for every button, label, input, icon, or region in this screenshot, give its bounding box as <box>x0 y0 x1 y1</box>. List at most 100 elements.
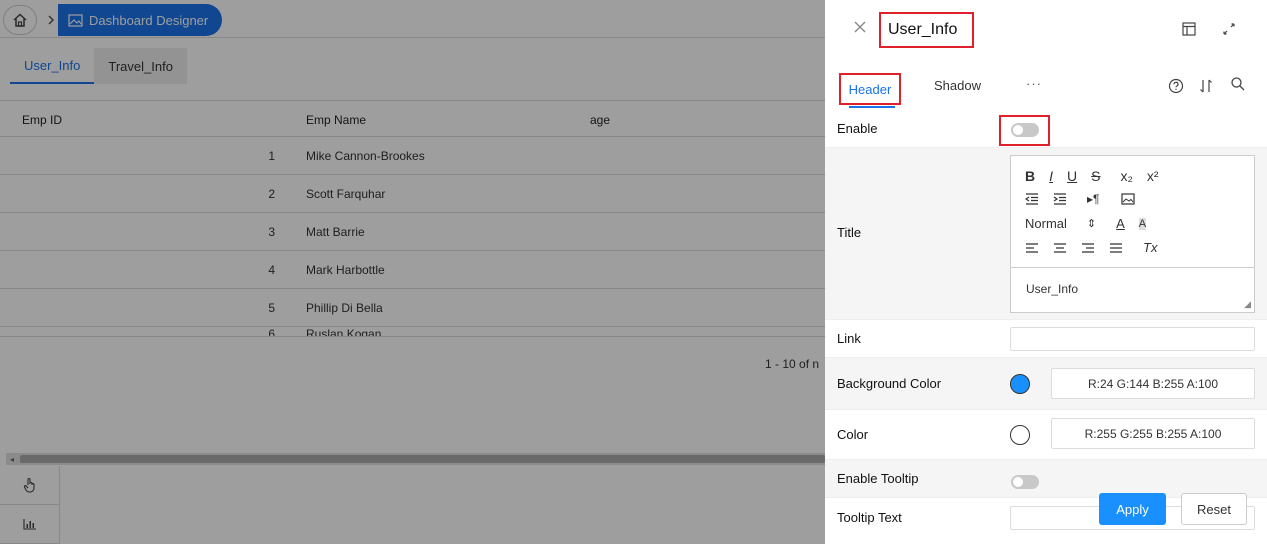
cell-emp-name: Scott Farquhar <box>306 187 386 201</box>
color-input[interactable]: R:255 G:255 B:255 A:100 <box>1051 418 1255 449</box>
subscript-button[interactable]: x₂ <box>1120 168 1132 184</box>
bottom-toolbar <box>0 466 60 544</box>
horizontal-scrollbar[interactable]: ◂ <box>6 453 825 465</box>
align-right-icon[interactable] <box>1081 242 1095 254</box>
hand-pointer-icon <box>23 477 35 493</box>
background-color-swatch[interactable] <box>1010 374 1030 394</box>
column-header-age[interactable]: age <box>590 113 610 127</box>
paragraph-direction-button[interactable]: ▸¶ <box>1087 192 1099 206</box>
close-icon <box>854 21 866 33</box>
table-row[interactable]: 5 Phillip Di Bella <box>0 289 825 327</box>
table-row[interactable]: 2 Scott Farquhar <box>0 175 825 213</box>
tab-travel-info[interactable]: Travel_Info <box>94 48 187 84</box>
background-color-input[interactable]: R:24 G:144 B:255 A:100 <box>1051 368 1255 399</box>
cell-emp-name: Matt Barrie <box>306 225 365 239</box>
scroll-left-icon[interactable]: ◂ <box>6 453 18 465</box>
cell-emp-name: Ruslan Kogan <box>306 327 382 337</box>
close-button[interactable] <box>853 20 869 36</box>
enable-tooltip-label: Enable Tooltip <box>837 471 919 486</box>
table-row[interactable]: 4 Mark Harbottle <box>0 251 825 289</box>
tab-user-info[interactable]: User_Info <box>10 48 95 84</box>
sort-icon <box>1200 79 1212 93</box>
breadcrumb-label: Dashboard Designer <box>89 12 209 28</box>
active-tab-indicator <box>849 106 895 108</box>
clear-format-button[interactable]: Tx <box>1143 240 1157 255</box>
help-icon <box>1168 78 1184 94</box>
tab-shadow[interactable]: Shadow <box>934 78 981 93</box>
link-input[interactable] <box>1010 327 1255 351</box>
cell-emp-name: Mike Cannon-Brookes <box>306 149 425 163</box>
enable-label: Enable <box>837 121 878 136</box>
outdent-icon[interactable] <box>1025 193 1039 205</box>
cell-row-number: 6 <box>268 327 275 337</box>
title-label: Title <box>837 225 862 240</box>
color-swatch[interactable] <box>1010 425 1030 445</box>
table-header: Emp ID Emp Name age <box>0 100 825 137</box>
underline-button[interactable]: U <box>1067 168 1077 184</box>
cell-row-number: 5 <box>268 301 275 315</box>
properties-panel: User_Info Header Shadow ··· Enable Title… <box>825 0 1267 544</box>
insert-image-icon[interactable] <box>1121 193 1136 205</box>
bold-button[interactable]: B <box>1025 168 1035 184</box>
top-bar: Dashboard Designer <box>0 0 825 38</box>
enable-tooltip-toggle[interactable] <box>1011 475 1039 489</box>
align-left-icon[interactable] <box>1025 242 1039 254</box>
panel-title: User_Info <box>879 12 974 48</box>
column-header-emp-id[interactable]: Emp ID <box>22 113 62 127</box>
indent-icon[interactable] <box>1053 193 1067 205</box>
expand-button[interactable] <box>1222 22 1236 39</box>
font-color-button[interactable]: A <box>1116 216 1125 231</box>
pagination-info: 1 - 10 of n <box>765 357 820 371</box>
cell-row-number: 2 <box>268 187 275 201</box>
search-icon <box>1231 77 1245 91</box>
chart-button[interactable] <box>0 505 59 544</box>
breadcrumb-dashboard-designer[interactable]: Dashboard Designer <box>58 4 222 36</box>
italic-button[interactable]: I <box>1049 168 1053 184</box>
tab-header[interactable]: Header <box>839 73 901 105</box>
cell-row-number: 4 <box>268 263 275 277</box>
home-icon <box>13 13 27 27</box>
table-row[interactable]: 1 Mike Cannon-Brookes <box>0 137 825 175</box>
table-row[interactable]: 3 Matt Barrie <box>0 213 825 251</box>
link-label: Link <box>837 331 861 346</box>
dashboard-canvas: Dashboard Designer User_Info Travel_Info… <box>0 0 825 544</box>
format-select[interactable]: Normal <box>1025 216 1067 231</box>
help-button[interactable] <box>1168 78 1184 97</box>
cell-row-number: 1 <box>268 149 275 163</box>
scrollbar-thumb[interactable] <box>20 455 825 463</box>
title-rich-text-editor: B I U S x₂ x² ▸¶ Normal ⇕ A A Tx User_In… <box>1010 155 1255 313</box>
color-label: Color <box>837 427 869 442</box>
column-header-emp-name[interactable]: Emp Name <box>306 113 366 127</box>
apply-button[interactable]: Apply <box>1099 493 1166 525</box>
superscript-button[interactable]: x² <box>1147 168 1159 184</box>
enable-toggle[interactable] <box>1011 123 1039 137</box>
format-select-arrow-icon[interactable]: ⇕ <box>1087 217 1096 230</box>
data-table: Emp ID Emp Name age 1 Mike Cannon-Brooke… <box>0 100 825 337</box>
resize-grip-icon[interactable]: ◢ <box>1244 299 1251 310</box>
layout-button[interactable] <box>1182 22 1196 39</box>
cell-emp-name: Phillip Di Bella <box>306 301 383 315</box>
background-color-label: Background Color <box>837 376 942 391</box>
cell-emp-name: Mark Harbottle <box>306 263 385 277</box>
cell-row-number: 3 <box>268 225 275 239</box>
expand-icon <box>1223 23 1235 35</box>
table-row[interactable]: 6 Ruslan Kogan <box>0 327 825 337</box>
editor-toolbar: B I U S x₂ x² ▸¶ Normal ⇕ A A Tx <box>1011 156 1254 268</box>
highlight-color-button[interactable]: A <box>1138 217 1147 230</box>
sort-button[interactable] <box>1199 78 1213 97</box>
reset-button[interactable]: Reset <box>1181 493 1247 525</box>
align-center-icon[interactable] <box>1053 242 1067 254</box>
tooltip-text-label: Tooltip Text <box>837 510 902 525</box>
home-button[interactable] <box>3 5 37 35</box>
strikethrough-button[interactable]: S <box>1091 168 1100 184</box>
image-icon <box>68 13 83 27</box>
tab-more[interactable]: ··· <box>1026 76 1042 91</box>
align-justify-icon[interactable] <box>1109 242 1123 254</box>
dashboard-tabs: User_Info Travel_Info <box>10 48 187 84</box>
interaction-button[interactable] <box>0 466 59 505</box>
search-button[interactable] <box>1230 76 1246 95</box>
panel-tabs: Header Shadow ··· <box>825 68 1267 108</box>
bar-chart-icon <box>22 519 36 530</box>
panel-layout-icon <box>1182 22 1196 36</box>
editor-content[interactable]: User_Info <box>1026 282 1078 296</box>
